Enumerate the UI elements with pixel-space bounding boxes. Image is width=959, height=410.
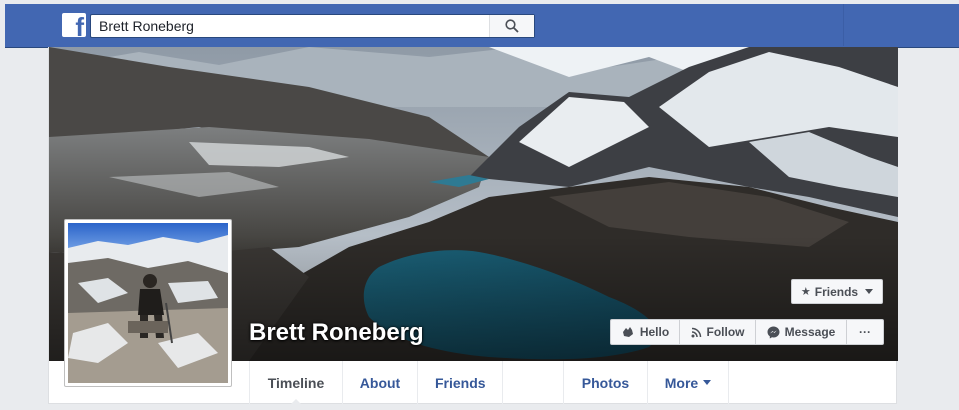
messenger-icon <box>767 326 780 338</box>
tab-photos[interactable]: Photos <box>563 361 647 404</box>
star-icon: ★ <box>800 286 811 298</box>
profile-actions-group: Hello Follow Message ··· <box>610 319 884 345</box>
profile-header-card: Brett Roneberg ★ Friends Hello Follow Me… <box>48 47 898 405</box>
search-icon <box>505 19 519 33</box>
wave-icon <box>622 327 633 337</box>
tab-more[interactable]: More <box>647 361 729 404</box>
profile-tab-bar: Timeline About Friends Photos More <box>249 361 729 405</box>
tab-more-label: More <box>664 374 699 391</box>
facebook-logo-glyph: f <box>75 13 84 37</box>
tab-timeline[interactable]: Timeline <box>249 361 342 405</box>
search-button[interactable] <box>489 15 534 37</box>
tab-about[interactable]: About <box>342 361 417 404</box>
follow-button-label: Follow <box>706 325 745 339</box>
search-input[interactable] <box>91 15 489 37</box>
message-button-label: Message <box>784 325 836 339</box>
search-box <box>90 14 535 38</box>
chevron-down-icon <box>703 380 712 385</box>
tab-friends-label: Friends <box>435 374 486 391</box>
topbar-divider <box>843 4 844 46</box>
chevron-down-icon <box>865 289 874 294</box>
top-navigation-bar: f <box>5 4 959 48</box>
tab-empty-slot <box>502 361 563 404</box>
profile-name: Brett Roneberg <box>249 319 424 346</box>
facebook-logo-icon[interactable]: f <box>62 13 86 37</box>
tab-timeline-label: Timeline <box>267 374 325 391</box>
profile-picture[interactable] <box>64 219 232 387</box>
tab-about-label: About <box>359 374 401 391</box>
message-button[interactable]: Message <box>756 320 847 344</box>
more-options-button[interactable]: ··· <box>847 320 883 344</box>
profile-picture-image <box>68 223 228 383</box>
hello-button[interactable]: Hello <box>611 320 680 344</box>
rss-icon <box>691 327 701 337</box>
follow-button[interactable]: Follow <box>680 320 756 344</box>
hello-button-label: Hello <box>639 325 670 339</box>
more-dots-icon: ··· <box>859 325 871 339</box>
tab-friends[interactable]: Friends <box>417 361 502 404</box>
friends-button-label: Friends <box>814 284 859 299</box>
tab-photos-label: Photos <box>581 374 630 391</box>
friends-button[interactable]: ★ Friends <box>791 279 883 304</box>
